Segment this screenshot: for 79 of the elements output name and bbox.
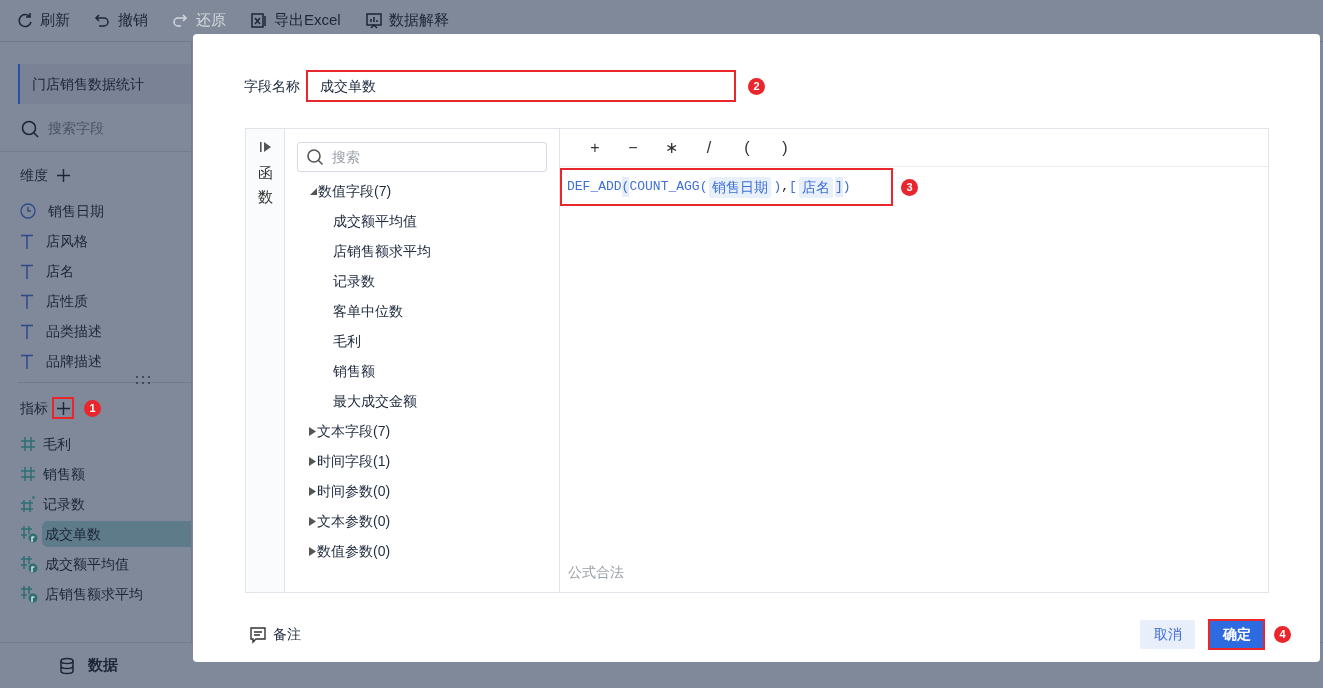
tree-group[interactable]: 时间字段(1) [297,446,547,476]
redo-icon [172,11,190,30]
dimension-field[interactable]: 品类描述 [20,316,191,346]
field-name-input[interactable]: 成交单数 [306,70,736,102]
collapsed-caret-icon [309,546,316,556]
dimension-field[interactable]: 品牌描述 [20,346,191,376]
tree-item[interactable]: 店销售额求平均 [297,236,547,266]
dimension-field[interactable]: 销售日期 [20,196,191,226]
tree-group[interactable]: 数值字段(7) [297,176,547,206]
number-type-icon [20,436,36,452]
functions-tab[interactable]: 函数 [257,161,273,209]
operator-button[interactable]: + [588,135,602,160]
note-button[interactable]: 备注 [249,624,301,645]
measure-field[interactable]: 店销售额求平均 [42,581,191,607]
clock-icon [20,203,36,219]
data-tab[interactable]: 数据 [58,654,118,677]
tree-item[interactable]: 销售额 [297,356,547,386]
field-name-label: 字段名称 [244,76,300,96]
plus-icon [56,401,70,415]
dimension-field[interactable]: 店风格 [20,226,191,256]
search-icon [20,118,40,139]
calculated-field-icon [20,585,38,603]
operator-button[interactable]: ( [740,135,754,160]
tree-group[interactable]: 数值参数(0) [297,536,547,566]
toolbar-button[interactable]: 数据解释 [364,9,449,32]
dimension-field[interactable]: 店名 [20,256,191,286]
text-type-icon [20,353,34,369]
section-label: 维度 [20,165,48,185]
refresh-icon [16,11,34,30]
database-icon [58,656,76,675]
tree-group[interactable]: 文本字段(7) [297,416,547,446]
operator-button[interactable]: ) [778,135,792,160]
tree-group[interactable]: 时间参数(0) [297,476,547,506]
toolbar-button[interactable]: 撤销 [94,9,148,32]
expanded-caret-icon [309,187,317,195]
add-button[interactable] [52,397,74,419]
collapsed-caret-icon [309,456,316,466]
tree-item[interactable]: 客单中位数 [297,296,547,326]
measure-field[interactable]: 销售额 [40,461,191,487]
operator-button[interactable]: ∗ [664,135,678,160]
undo-icon [94,11,112,30]
step-badge: 1 [84,399,101,417]
formula-status: 公式合法 [568,563,624,582]
calculated-field-icon [20,525,38,543]
report-title-tab[interactable]: 门店销售数据统计 [18,64,191,104]
comment-icon [249,625,267,644]
text-type-icon [20,323,34,339]
cancel-button[interactable]: 取消 [1140,620,1195,649]
tree-item[interactable]: 毛利 [297,326,547,356]
operator-button[interactable]: − [626,135,640,160]
text-type-icon [20,293,34,309]
tree-group[interactable]: 文本参数(0) [297,506,547,536]
calculated-field-icon [20,555,38,573]
chart-icon [364,11,383,30]
number-type-icon [20,466,36,482]
collapse-arrow-icon[interactable] [258,141,272,153]
confirm-button[interactable]: 确定 [1208,619,1265,650]
number-type-icon [20,496,36,512]
toolbar-button[interactable]: 刷新 [16,9,70,32]
measure-field[interactable]: 记录数 [40,491,191,517]
plus-icon [56,168,70,182]
drag-handle-icon[interactable] [135,375,151,387]
tree-item[interactable]: 最大成交金额 [297,386,547,416]
text-type-icon [20,263,34,279]
operator-button[interactable]: / [702,135,716,160]
dimension-field[interactable]: 店性质 [20,286,191,316]
excel-file-icon [250,11,268,30]
tree-item[interactable]: 成交额平均值 [297,206,547,236]
measure-field[interactable]: 成交额平均值 [42,551,191,577]
collapsed-caret-icon [309,486,316,496]
formula-expression[interactable]: DEF_ADD(COUNT_AGG( 销售日期 ),[ 店名 ]) [560,168,893,206]
collapsed-caret-icon [309,516,316,526]
section-label: 指标 [20,398,48,418]
measure-field[interactable]: 毛利 [40,431,191,457]
text-type-icon [20,233,34,249]
toolbar-button[interactable]: 导出Excel [250,9,341,32]
search-icon [306,148,324,166]
collapsed-caret-icon [309,426,316,436]
tree-item[interactable]: 记录数 [297,266,547,296]
